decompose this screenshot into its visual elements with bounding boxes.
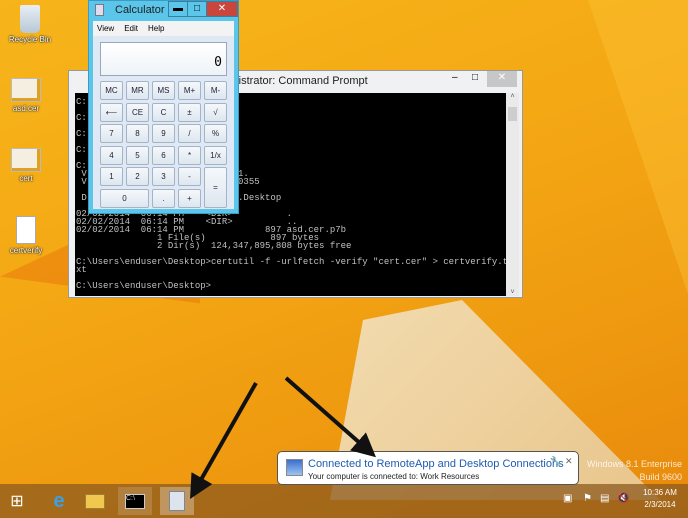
- annotation-arrows: [190, 376, 377, 499]
- arrow-to-notification: [284, 376, 377, 458]
- arrow-to-taskbar-icon: [190, 382, 258, 499]
